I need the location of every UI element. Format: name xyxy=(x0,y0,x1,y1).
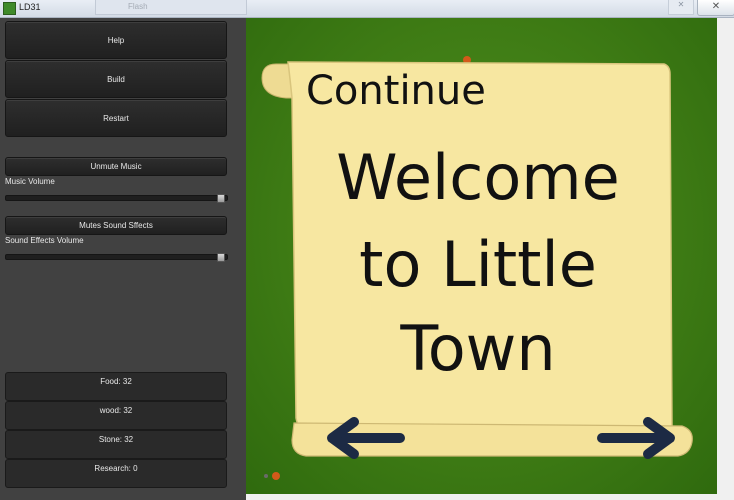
flower-decoration-small xyxy=(272,472,280,480)
continue-button[interactable]: Continue xyxy=(306,68,486,114)
sfx-volume-label: Sound Effects Volume xyxy=(5,236,84,245)
ghost-tab: Flash xyxy=(95,0,247,15)
ghost-close-icon: ✕ xyxy=(668,0,694,15)
food-counter: Food: 32 xyxy=(5,372,227,401)
welcome-line-1: Welcome xyxy=(336,141,620,214)
sidebar: Help Build Restart Unmute Music Music Vo… xyxy=(0,18,246,500)
welcome-line-3: Town xyxy=(399,312,555,385)
research-label: Research: 0 xyxy=(94,464,138,473)
wood-counter: wood: 32 xyxy=(5,401,227,430)
welcome-scroll: Continue Welcome to Little Town xyxy=(261,56,693,480)
help-button[interactable]: Help xyxy=(5,21,227,59)
food-label: Food: 32 xyxy=(100,377,132,386)
pebble-decoration xyxy=(264,474,268,478)
sfx-volume-thumb[interactable] xyxy=(217,253,225,262)
restart-button[interactable]: Restart xyxy=(5,99,227,137)
wood-label: wood: 32 xyxy=(99,406,133,415)
stone-label: Stone: 32 xyxy=(98,435,134,444)
window-border-bottom xyxy=(246,494,734,500)
game-viewport[interactable]: Continue Welcome to Little Town xyxy=(246,18,717,494)
window-title: LD31 xyxy=(19,2,41,12)
music-volume-slider[interactable] xyxy=(5,194,228,203)
stone-counter: Stone: 32 xyxy=(5,430,227,459)
build-button[interactable]: Build xyxy=(5,60,227,98)
research-counter: Research: 0 xyxy=(5,459,227,488)
window-border-right xyxy=(717,18,734,500)
window-titlebar: LD31 Flash ✕ ✕ xyxy=(0,0,734,18)
scroll-top-roll xyxy=(261,63,293,99)
close-button[interactable]: ✕ xyxy=(697,0,734,16)
sfx-volume-slider[interactable] xyxy=(5,253,228,262)
mute-sound-effects-button[interactable]: Mutes Sound Sffects xyxy=(5,216,227,235)
unmute-music-button[interactable]: Unmute Music xyxy=(5,157,227,176)
music-volume-label: Music Volume xyxy=(5,177,55,186)
app-icon xyxy=(3,2,16,15)
music-volume-thumb[interactable] xyxy=(217,194,225,203)
welcome-line-2: to Little xyxy=(359,228,597,301)
